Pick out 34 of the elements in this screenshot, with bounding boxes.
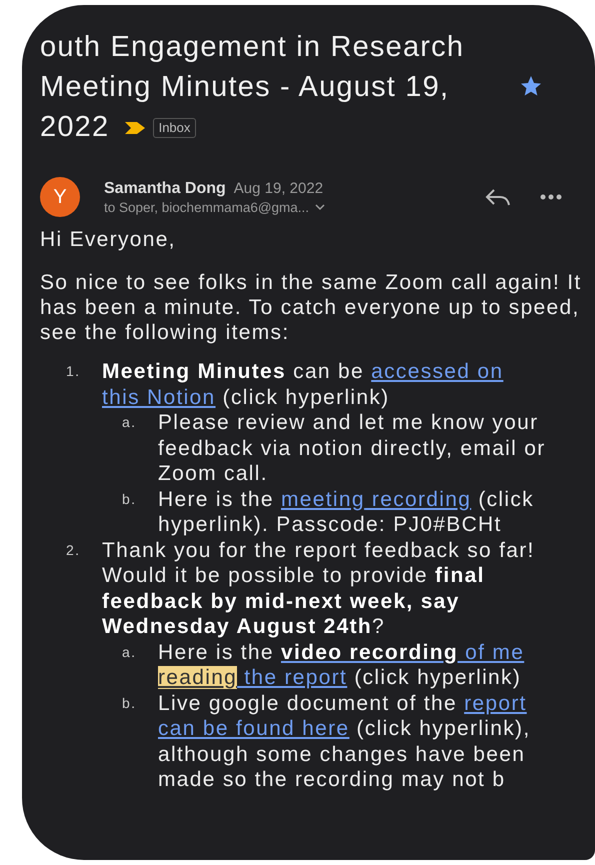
list-marker: b. — [121, 490, 138, 508]
recipients: to Soper, biochemmama6@gma... — [104, 200, 310, 214]
list-item-text: Meeting Minutes can be accessed on this Notion (click hyperlink) — [102, 359, 504, 410]
list-marker: 2. — [65, 540, 82, 560]
chevron-down-icon[interactable] — [315, 204, 326, 210]
list-item-text: Please review and let me know your feedback via notion directly, email or Zoom call. — [158, 410, 547, 486]
reply-icon[interactable] — [484, 187, 512, 207]
hyperlink[interactable]: can be found here — [158, 717, 350, 740]
list-item-text: Here is the meeting recording (click hyperlink). Passcode: PJ0#BCHt — [158, 486, 535, 538]
list-marker: b. — [121, 694, 138, 712]
message-date: Aug 19, 2022 — [234, 180, 324, 196]
list-marker: a. — [121, 413, 138, 432]
email-subject: outh Engagement in Research Meeting Minutes - August 19, 2022 Inbox — [40, 30, 466, 145]
intro-paragraph: So nice to see folks in the same Zoom call again! It has been a minute. To catch everyone up to speed, see the following items: — [40, 270, 583, 345]
inbox-label[interactable]: Inbox — [152, 118, 196, 138]
greeting-text: Hi Everyone, — [40, 227, 177, 252]
star-icon[interactable] — [520, 75, 542, 97]
hyperlink[interactable]: accessed on — [371, 360, 504, 383]
hyperlink[interactable]: video recording of me — [280, 640, 524, 664]
importance-marker-icon[interactable] — [122, 121, 147, 136]
list-item-text: Here is the video recording of me reading the report (click hyperlink) — [158, 640, 526, 690]
list-marker: a. — [121, 642, 138, 662]
avatar: Y — [40, 177, 80, 217]
hyperlink[interactable]: this Notion — [102, 386, 216, 408]
hyperlink[interactable]: recording — [364, 488, 472, 510]
hyperlink[interactable]: the report — [237, 666, 348, 689]
hyperlink[interactable]: report — [464, 692, 527, 714]
list-item-text: Thank you for the report feedback so far! Would it be possible to provide final feedback by mid-next week, say Wednesday August 24th? — [102, 538, 536, 640]
sender-name: Samantha Dong — [104, 180, 226, 198]
hyperlink[interactable]: reading — [158, 666, 238, 689]
hyperlink[interactable]: meeting — [280, 488, 365, 510]
list-item-text: Live google document of the report can be found here (click hyperlink), although some changes have been made so the recording may not b — [158, 690, 532, 792]
list-marker: 1. — [65, 362, 82, 381]
more-icon[interactable] — [540, 194, 562, 200]
